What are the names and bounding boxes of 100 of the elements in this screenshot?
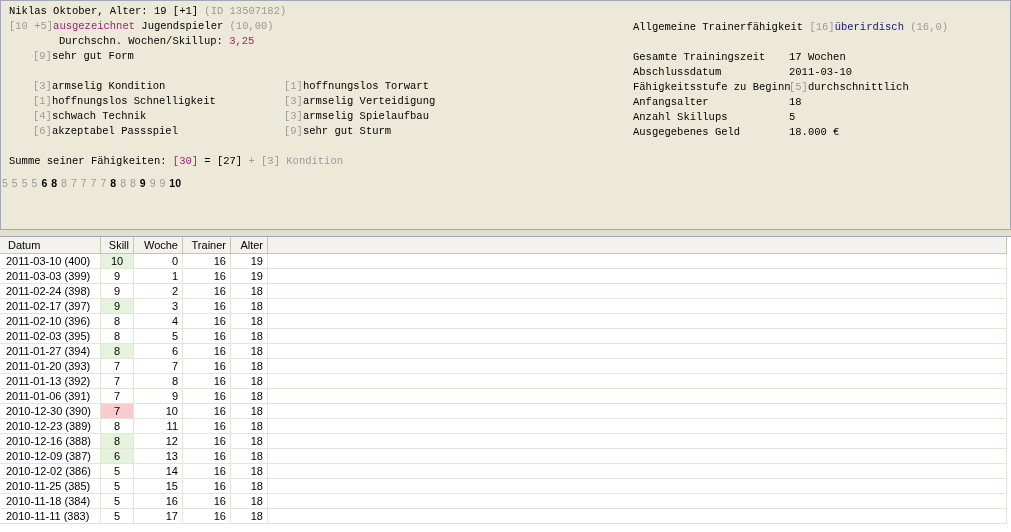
column-header[interactable]: Trainer xyxy=(182,237,231,254)
history-value: 8 xyxy=(61,176,67,191)
stat-value: 18 xyxy=(789,95,802,110)
history-value: 10 xyxy=(169,176,182,191)
splitter-bar[interactable] xyxy=(0,230,1011,237)
table-cell: 8 xyxy=(100,313,134,329)
table-cell: 5 xyxy=(100,478,134,494)
table-cell: 2010-11-25 (385) xyxy=(0,478,101,494)
table-cell: 18 xyxy=(230,358,268,374)
table-cell: 18 xyxy=(230,328,268,344)
table-cell: 16 xyxy=(133,493,183,509)
rating-text: [10 +5]ausgezeichnet Jugendspieler (10,00) xyxy=(9,19,274,34)
history-value: 6 xyxy=(41,176,48,191)
skill-text: [6]akzeptabel Passspiel xyxy=(33,124,178,139)
table-cell: 9 xyxy=(133,388,183,404)
skill-text: [1]hoffnungslos Torwart xyxy=(284,79,429,94)
skill-text: [3]armselig Kondition xyxy=(33,79,166,94)
table-cell: 2011-03-10 (400) xyxy=(0,253,101,269)
table-cell: 16 xyxy=(182,388,231,404)
table-cell: 2011-01-06 (391) xyxy=(0,388,101,404)
table-cell: 18 xyxy=(230,343,268,359)
average-text: Durchschn. Wochen/Skillup: 3,25 xyxy=(59,34,255,49)
table-cell: 18 xyxy=(230,448,268,464)
table-cell: 18 xyxy=(230,403,268,419)
history-value: 7 xyxy=(90,176,97,191)
table-cell: 18 xyxy=(230,508,268,524)
table-cell: 2011-02-17 (397) xyxy=(0,298,101,314)
table-cell: 16 xyxy=(182,448,231,464)
table-cell: 4 xyxy=(133,313,183,329)
table-cell: 2 xyxy=(133,283,183,299)
table-cell: 5 xyxy=(133,328,183,344)
table-cell: 16 xyxy=(182,283,231,299)
table-cell: 17 xyxy=(133,508,183,524)
table-cell: 2011-01-27 (394) xyxy=(0,343,101,359)
stat-label: Abschlussdatum xyxy=(633,65,722,80)
table-cell: 12 xyxy=(133,433,183,449)
column-header[interactable]: Skill xyxy=(100,237,134,254)
table-cell: 5 xyxy=(100,463,134,479)
table-cell: 2010-12-09 (387) xyxy=(0,448,101,464)
table-cell: 18 xyxy=(230,478,268,494)
table-cell: 16 xyxy=(182,418,231,434)
column-header[interactable]: Woche xyxy=(133,237,183,254)
history-value: 7 xyxy=(70,176,77,191)
table-cell: 18 xyxy=(230,373,268,389)
table-cell: 16 xyxy=(182,403,231,419)
history-value: 5 xyxy=(21,176,28,191)
table-cell: 16 xyxy=(182,343,231,359)
table-cell: 2011-03-03 (399) xyxy=(0,268,101,284)
stat-value: 2011-03-10 xyxy=(789,65,852,80)
table-cell: 16 xyxy=(182,478,231,494)
history-value: 7 xyxy=(100,176,107,191)
table-cell: 16 xyxy=(182,358,231,374)
table-cell: 2011-01-20 (393) xyxy=(0,358,101,374)
table-cell: 16 xyxy=(182,253,231,269)
table-cell: 18 xyxy=(230,313,268,329)
table-cell: 1 xyxy=(133,268,183,284)
table-cell: 8 xyxy=(100,328,134,344)
player-title: Niklas Oktober, Alter: 19 [+1] (ID 13507182) xyxy=(9,4,287,19)
table-cell: 19 xyxy=(230,268,268,284)
form-text: [9]sehr gut Form xyxy=(33,49,134,64)
table-cell: 2010-12-02 (386) xyxy=(0,463,101,479)
table-cell: 16 xyxy=(182,328,231,344)
stat-label: Fähigkeitsstufe zu Beginn xyxy=(633,80,791,95)
table-cell: 18 xyxy=(230,283,268,299)
skill-text: [3]armselig Verteidigung xyxy=(284,94,436,109)
table-cell: 2011-02-24 (398) xyxy=(0,283,101,299)
table-cell: 18 xyxy=(230,493,268,509)
history-value: 7 xyxy=(80,176,87,191)
table-cell: 7 xyxy=(133,358,183,374)
stat-value: 18.000 € xyxy=(789,125,840,140)
table-cell: 18 xyxy=(230,463,268,479)
table-cell: 16 xyxy=(182,493,231,509)
stat-value: 17 Wochen xyxy=(789,50,846,65)
history-value: 8 xyxy=(51,176,58,191)
table-cell: 2010-11-11 (383) xyxy=(0,508,101,524)
column-header[interactable]: Alter xyxy=(230,237,268,254)
table-cell: 14 xyxy=(133,463,183,479)
table-cell: 9 xyxy=(100,268,134,284)
table-cell: 2010-12-23 (389) xyxy=(0,418,101,434)
table-cell: 2011-02-10 (396) xyxy=(0,313,101,329)
stat-label: Gesamte Trainingszeit xyxy=(633,50,766,65)
table-cell: 7 xyxy=(100,388,134,404)
history-value: 5 xyxy=(2,176,8,191)
table-cell: 2010-12-30 (390) xyxy=(0,403,101,419)
skill-text: [4]schwach Technik xyxy=(33,109,147,124)
stat-value: 5 xyxy=(789,110,796,125)
stat-value: [5]durchschnittlich xyxy=(789,80,909,95)
history-value: 8 xyxy=(110,176,117,191)
table-cell: 16 xyxy=(182,298,231,314)
history-value: 9 xyxy=(149,176,156,191)
table-cell: 2011-01-13 (392) xyxy=(0,373,101,389)
sum-text: Summe seiner Fähigkeiten: [30] = [27] + [3] Kondition xyxy=(9,154,343,169)
table-cell: 3 xyxy=(133,298,183,314)
table-cell: 16 xyxy=(182,463,231,479)
column-header[interactable]: Datum xyxy=(0,237,101,254)
table-cell: 11 xyxy=(133,418,183,434)
table-cell: 7 xyxy=(100,373,134,389)
history-value: 9 xyxy=(159,176,166,191)
table-cell: 16 xyxy=(182,508,231,524)
history-value: 9 xyxy=(139,176,146,191)
